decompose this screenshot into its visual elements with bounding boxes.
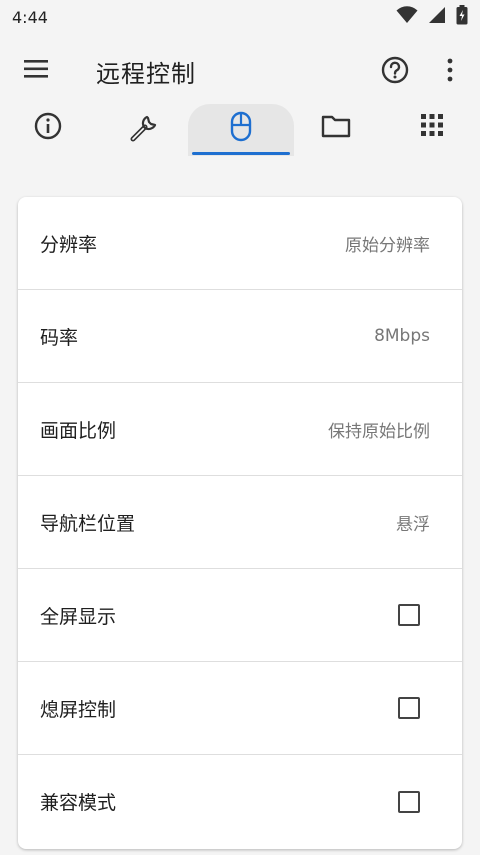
status-bar: 4:44 [0, 0, 480, 34]
status-time: 4:44 [12, 7, 48, 27]
folder-icon [320, 111, 352, 145]
setting-bitrate[interactable]: 码率 8Mbps [18, 290, 462, 383]
settings-card: 分辨率 原始分辨率 码率 8Mbps 画面比例 保持原始比例 导航栏位置 悬浮 … [18, 197, 462, 849]
system-icons [396, 5, 468, 29]
setting-value: 8Mbps [374, 326, 430, 346]
setting-label: 码率 [40, 326, 79, 349]
tab-mouse[interactable] [188, 104, 294, 156]
app-bar: 远程控制 [0, 40, 480, 98]
setting-label: 熄屏控制 [40, 698, 117, 721]
signal-icon [428, 6, 446, 28]
tab-files[interactable] [288, 104, 384, 156]
setting-value: 原始分辨率 [345, 235, 430, 256]
compat-mode-checkbox[interactable] [398, 790, 420, 813]
wifi-icon [396, 6, 418, 28]
tab-info[interactable] [0, 104, 96, 156]
tab-bar [0, 104, 480, 156]
setting-resolution[interactable]: 分辨率 原始分辨率 [18, 197, 462, 290]
setting-label: 分辨率 [40, 233, 98, 256]
active-tab-indicator [192, 152, 290, 155]
setting-navbar-position[interactable]: 导航栏位置 悬浮 [18, 476, 462, 569]
setting-screen-off-control[interactable]: 熄屏控制 [18, 662, 462, 755]
tab-tools[interactable] [96, 104, 192, 156]
setting-fullscreen[interactable]: 全屏显示 [18, 569, 462, 662]
setting-label: 导航栏位置 [40, 512, 136, 535]
menu-icon[interactable] [22, 56, 52, 82]
help-icon[interactable] [380, 55, 410, 85]
setting-label: 兼容模式 [40, 792, 117, 814]
battery-charging-icon [456, 5, 468, 29]
fullscreen-checkbox[interactable] [398, 604, 420, 626]
more-vert-icon[interactable] [440, 55, 460, 85]
page-title: 远程控制 [96, 60, 196, 88]
wrench-icon [127, 111, 161, 149]
setting-label: 全屏显示 [40, 605, 117, 628]
setting-value: 悬浮 [396, 514, 430, 535]
tab-apps[interactable] [384, 104, 480, 156]
screen-off-control-checkbox[interactable] [398, 697, 420, 719]
setting-label: 画面比例 [40, 419, 117, 442]
setting-value: 保持原始比例 [328, 421, 430, 442]
mouse-icon [228, 111, 254, 147]
info-icon [33, 111, 63, 145]
setting-aspect-ratio[interactable]: 画面比例 保持原始比例 [18, 383, 462, 476]
setting-compat-mode[interactable]: 兼容模式 [18, 755, 462, 848]
apps-grid-icon [418, 111, 446, 143]
